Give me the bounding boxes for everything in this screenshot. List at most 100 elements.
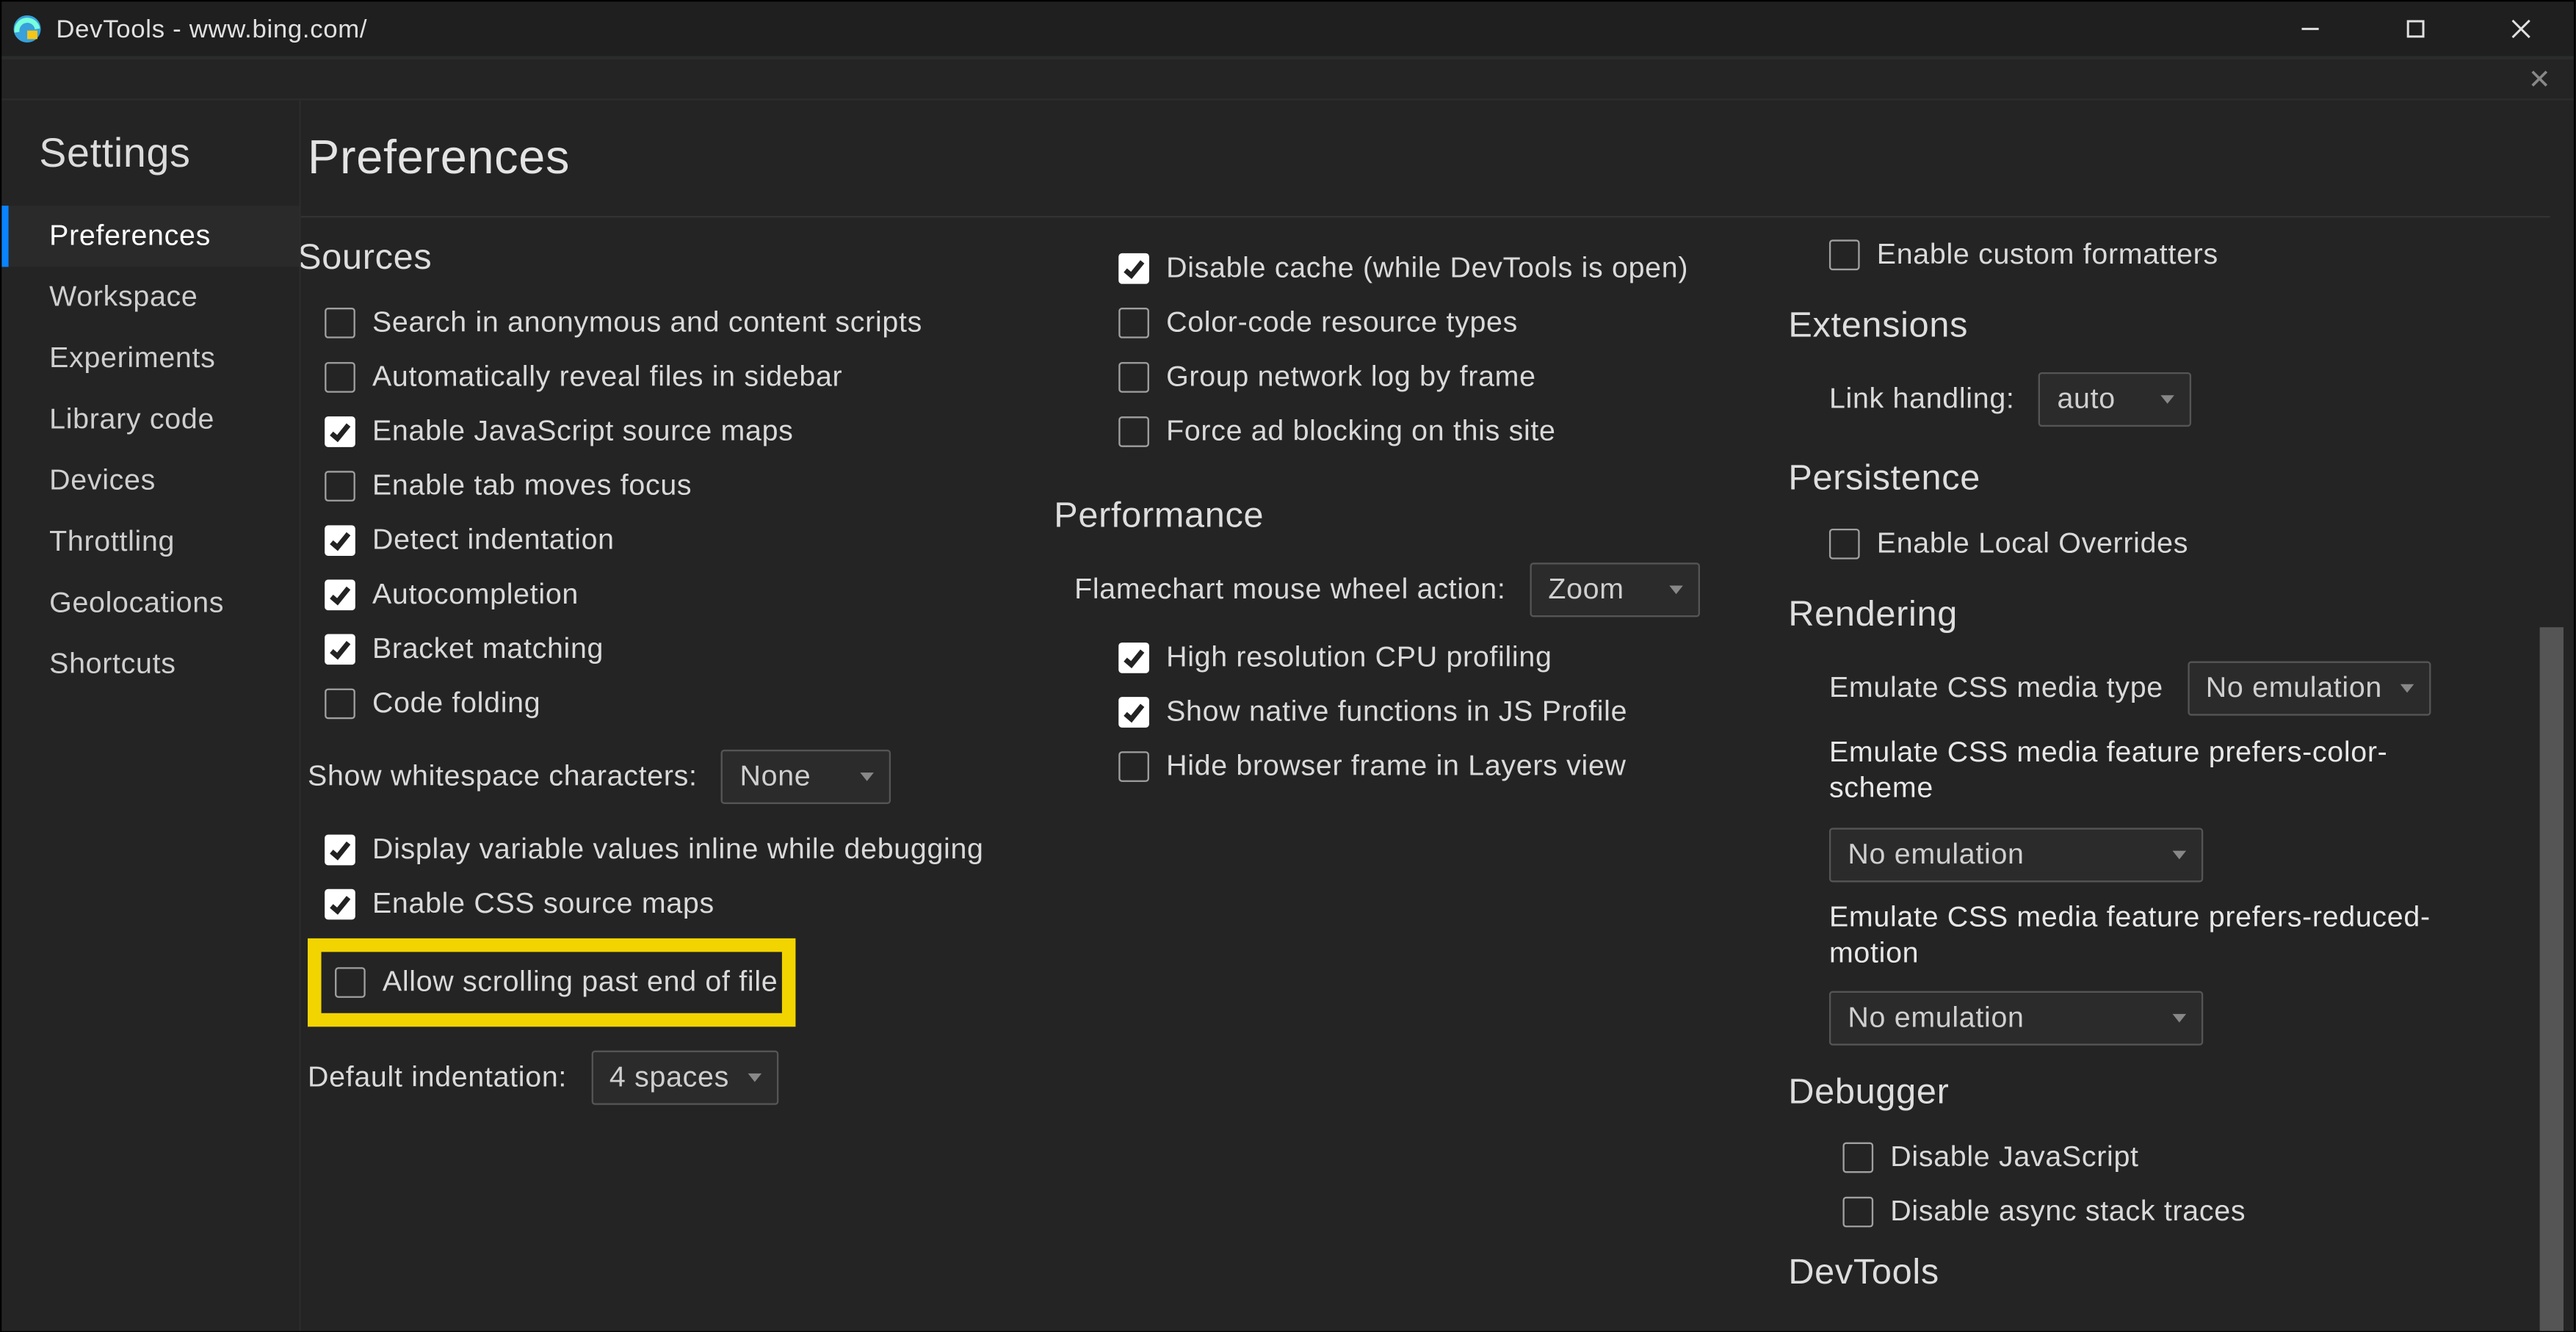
sidebar-item-throttling[interactable]: Throttling bbox=[1, 512, 299, 573]
label-bracket-matching: Bracket matching bbox=[372, 631, 604, 667]
prefers-reduced-motion-select[interactable]: No emulation bbox=[1829, 991, 2203, 1046]
row-group-network-log-by-frame: Group network log by frame bbox=[1064, 350, 1730, 405]
sidebar-item-preferences[interactable]: Preferences bbox=[1, 206, 299, 267]
vertical-scrollbar[interactable] bbox=[2540, 627, 2564, 1331]
emulate-media-type-row: Emulate CSS media type No emulation bbox=[1798, 653, 2475, 724]
row-display-variable-values-inline-while-debugging: Display variable values inline while deb… bbox=[308, 822, 996, 877]
checkbox-enable-css-source-maps[interactable] bbox=[325, 889, 355, 920]
row-detect-indentation: Detect indentation bbox=[308, 513, 996, 568]
checkbox-search-in-anonymous-and-content-scripts[interactable] bbox=[325, 308, 355, 339]
col-misc: Enable custom formatters Extensions Link… bbox=[1798, 228, 2475, 1329]
sidebar-item-devices[interactable]: Devices bbox=[1, 450, 299, 511]
row-disable-javascript: Disable JavaScript bbox=[1812, 1130, 2475, 1184]
label-enable-tab-moves-focus: Enable tab moves focus bbox=[372, 468, 692, 504]
flamechart-row: Flamechart mouse wheel action: Zoom bbox=[1064, 554, 1730, 626]
row-search-in-anonymous-and-content-scripts: Search in anonymous and content scripts bbox=[308, 296, 996, 350]
show-whitespace-select[interactable]: None bbox=[721, 750, 891, 804]
checkbox-hide-browser-frame-in-layers-view[interactable] bbox=[1118, 751, 1149, 782]
checkbox-local-overrides[interactable] bbox=[1829, 529, 1860, 560]
devtools-window: DevTools - www.bing.com/ ✕ Settings Pref… bbox=[0, 0, 2575, 1332]
label-hide-browser-frame-in-layers-view: Hide browser frame in Layers view bbox=[1166, 748, 1627, 784]
checkbox-disable-javascript[interactable] bbox=[1842, 1143, 1873, 1173]
link-handling-select[interactable]: auto bbox=[2038, 372, 2191, 427]
maximize-button[interactable] bbox=[2363, 1, 2469, 56]
label-color-code-resource-types: Color-code resource types bbox=[1166, 305, 1518, 341]
label-display-variable-values-inline-while-debugging: Display variable values inline while deb… bbox=[372, 832, 984, 868]
allow-scrolling-label: Allow scrolling past end of file bbox=[383, 964, 778, 1000]
checkbox-autocompletion[interactable] bbox=[325, 579, 355, 610]
settings-close-icon[interactable]: ✕ bbox=[2519, 59, 2561, 100]
row-enable-javascript-source-maps: Enable JavaScript source maps bbox=[308, 405, 996, 459]
highlighted-allow-scrolling: Allow scrolling past end of file bbox=[308, 938, 795, 1027]
sidebar-item-shortcuts[interactable]: Shortcuts bbox=[1, 634, 299, 695]
prefers-color-scheme-select[interactable]: No emulation bbox=[1829, 827, 2203, 881]
checkbox-automatically-reveal-files-in-sidebar[interactable] bbox=[325, 362, 355, 393]
main: Settings PreferencesWorkspaceExperiments… bbox=[1, 101, 2574, 1331]
flamechart-select[interactable]: Zoom bbox=[1530, 562, 1700, 617]
window-title: DevTools - www.bing.com/ bbox=[56, 15, 367, 43]
titlebar: DevTools - www.bing.com/ bbox=[1, 1, 2574, 56]
row-high-resolution-cpu-profiling: High resolution CPU profiling bbox=[1064, 631, 1730, 685]
label-group-network-log-by-frame: Group network log by frame bbox=[1166, 359, 1536, 395]
sidebar-item-geolocations[interactable]: Geolocations bbox=[1, 573, 299, 634]
section-devtools: DevTools bbox=[1788, 1253, 2475, 1294]
row-hide-browser-frame-in-layers-view: Hide browser frame in Layers view bbox=[1064, 739, 1730, 794]
emulate-media-type-select[interactable]: No emulation bbox=[2187, 662, 2431, 716]
section-sources: Sources bbox=[301, 238, 996, 279]
row-autocompletion: Autocompletion bbox=[308, 568, 996, 622]
label-search-in-anonymous-and-content-scripts: Search in anonymous and content scripts bbox=[372, 305, 922, 341]
checkbox-detect-indentation[interactable] bbox=[325, 525, 355, 556]
show-whitespace-label: Show whitespace characters: bbox=[308, 759, 698, 795]
checkbox-disable-cache-while-devtools-is-open[interactable] bbox=[1118, 253, 1149, 284]
row-disable-async-stack-traces: Disable async stack traces bbox=[1812, 1185, 2475, 1239]
link-handling-label: Link handling: bbox=[1829, 381, 2015, 417]
default-indent-row: Default indentation: 4 spaces bbox=[308, 1042, 996, 1113]
show-whitespace-row: Show whitespace characters: None bbox=[308, 741, 996, 812]
checkbox-group-network-log-by-frame[interactable] bbox=[1118, 362, 1149, 393]
label-disable-javascript: Disable JavaScript bbox=[1890, 1140, 2138, 1176]
custom-formatters-label: Enable custom formatters bbox=[1877, 237, 2218, 273]
checkbox-show-native-functions-in-js-profile[interactable] bbox=[1118, 697, 1149, 728]
minimize-button[interactable] bbox=[2257, 1, 2363, 56]
default-indent-label: Default indentation: bbox=[308, 1060, 567, 1096]
sidebar-item-workspace[interactable]: Workspace bbox=[1, 267, 299, 327]
label-disable-cache-while-devtools-is-open: Disable cache (while DevTools is open) bbox=[1166, 250, 1688, 286]
row-bracket-matching: Bracket matching bbox=[308, 622, 996, 676]
checkbox-color-code-resource-types[interactable] bbox=[1118, 308, 1149, 339]
label-force-ad-blocking-on-this-site: Force ad blocking on this site bbox=[1166, 413, 1556, 449]
checkbox-enable-javascript-source-maps[interactable] bbox=[325, 416, 355, 447]
row-enable-css-source-maps: Enable CSS source maps bbox=[308, 877, 996, 932]
section-debugger: Debugger bbox=[1788, 1073, 2475, 1114]
checkbox-force-ad-blocking-on-this-site[interactable] bbox=[1118, 416, 1149, 447]
row-enable-tab-moves-focus: Enable tab moves focus bbox=[308, 459, 996, 513]
row-force-ad-blocking-on-this-site: Force ad blocking on this site bbox=[1064, 405, 1730, 459]
settings-content: Preferences Sources Search in anonymous … bbox=[301, 101, 2574, 1331]
checkbox-enable-tab-moves-focus[interactable] bbox=[325, 471, 355, 502]
row-automatically-reveal-files-in-sidebar: Automatically reveal files in sidebar bbox=[308, 350, 996, 405]
link-handling-row: Link handling: auto bbox=[1798, 363, 2475, 435]
checkbox-display-variable-values-inline-while-debugging[interactable] bbox=[325, 835, 355, 866]
sidebar-item-experiments[interactable]: Experiments bbox=[1, 328, 299, 389]
label-detect-indentation: Detect indentation bbox=[372, 523, 615, 559]
sidebar-item-library-code[interactable]: Library code bbox=[1, 389, 299, 450]
checkbox-high-resolution-cpu-profiling[interactable] bbox=[1118, 643, 1149, 673]
label-show-native-functions-in-js-profile: Show native functions in JS Profile bbox=[1166, 694, 1627, 730]
settings-topstrip: ✕ bbox=[1, 59, 2574, 101]
close-button[interactable] bbox=[2468, 1, 2574, 56]
default-indent-select[interactable]: 4 spaces bbox=[590, 1051, 778, 1105]
emulate-media-type-label: Emulate CSS media type bbox=[1829, 670, 2163, 706]
prefers-reduced-motion-label: Emulate CSS media feature prefers-reduce… bbox=[1829, 898, 2475, 970]
flamechart-label: Flamechart mouse wheel action: bbox=[1074, 572, 1505, 608]
settings-sidebar: Settings PreferencesWorkspaceExperiments… bbox=[1, 101, 300, 1331]
col-sources: Sources Search in anonymous and content … bbox=[308, 228, 1013, 1329]
label-automatically-reveal-files-in-sidebar: Automatically reveal files in sidebar bbox=[372, 359, 842, 395]
checkbox-disable-async-stack-traces[interactable] bbox=[1842, 1197, 1873, 1228]
checkbox-bracket-matching[interactable] bbox=[325, 634, 355, 665]
label-high-resolution-cpu-profiling: High resolution CPU profiling bbox=[1166, 640, 1552, 676]
checkbox-allow-scrolling[interactable] bbox=[335, 967, 366, 998]
label-enable-css-source-maps: Enable CSS source maps bbox=[372, 886, 714, 922]
label-autocompletion: Autocompletion bbox=[372, 577, 579, 613]
checkbox-custom-formatters[interactable] bbox=[1829, 239, 1860, 270]
checkbox-code-folding[interactable] bbox=[325, 689, 355, 720]
section-extensions: Extensions bbox=[1788, 306, 2475, 347]
